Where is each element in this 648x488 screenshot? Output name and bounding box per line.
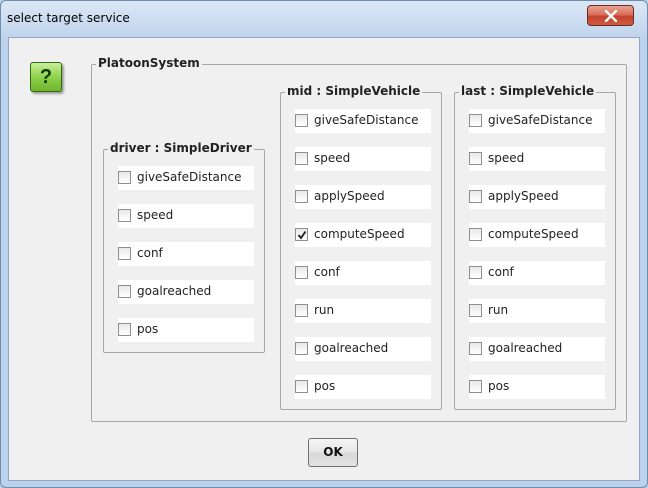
checkbox[interactable] bbox=[118, 171, 131, 184]
checkbox[interactable] bbox=[295, 266, 308, 279]
last-method-0[interactable]: giveSafeDistance bbox=[469, 109, 605, 133]
close-icon bbox=[604, 10, 618, 22]
mid-method-7[interactable]: pos bbox=[295, 375, 431, 399]
last-method-7[interactable]: pos bbox=[469, 375, 605, 399]
last-method-4[interactable]: conf bbox=[469, 261, 605, 285]
checkbox[interactable] bbox=[469, 228, 482, 241]
platoon-system-title: PlatoonSystem bbox=[96, 56, 202, 70]
method-label: pos bbox=[488, 379, 510, 393]
driver-group: driver : SimpleDriver giveSafeDistance sp… bbox=[103, 141, 265, 353]
checkbox[interactable] bbox=[118, 323, 131, 336]
checkmark-icon bbox=[297, 230, 307, 240]
checkbox[interactable] bbox=[295, 152, 308, 165]
dialog-window: select target service ? PlatoonSystem dr… bbox=[0, 0, 648, 488]
method-label: computeSpeed bbox=[314, 227, 405, 241]
method-label: run bbox=[488, 303, 509, 317]
mid-group-title: mid : SimpleVehicle bbox=[285, 84, 423, 98]
last-method-3[interactable]: computeSpeed bbox=[469, 223, 605, 247]
method-label: goalreached bbox=[137, 284, 212, 298]
checkbox[interactable] bbox=[295, 190, 308, 203]
last-group-title: last : SimpleVehicle bbox=[459, 84, 597, 98]
question-icon: ? bbox=[30, 62, 62, 92]
window-title: select target service bbox=[7, 11, 130, 25]
checkbox[interactable] bbox=[295, 342, 308, 355]
mid-method-1[interactable]: speed bbox=[295, 147, 431, 171]
mid-group: mid : SimpleVehicle giveSafeDistance spee… bbox=[280, 84, 442, 410]
checkbox[interactable] bbox=[295, 114, 308, 127]
last-method-1[interactable]: speed bbox=[469, 147, 605, 171]
dialog-content: ? PlatoonSystem driver : SimpleDriver gi… bbox=[8, 37, 640, 481]
method-label: speed bbox=[314, 151, 351, 165]
driver-group-title: driver : SimpleDriver bbox=[108, 141, 254, 155]
method-label: speed bbox=[488, 151, 525, 165]
method-label: computeSpeed bbox=[488, 227, 579, 241]
driver-method-3[interactable]: goalreached bbox=[118, 280, 254, 304]
method-label: speed bbox=[137, 208, 174, 222]
method-label: conf bbox=[137, 246, 163, 260]
mid-method-4[interactable]: conf bbox=[295, 261, 431, 285]
mid-method-2[interactable]: applySpeed bbox=[295, 185, 431, 209]
method-label: pos bbox=[137, 322, 159, 336]
checkbox[interactable] bbox=[118, 285, 131, 298]
method-label: giveSafeDistance bbox=[314, 113, 419, 127]
mid-method-6[interactable]: goalreached bbox=[295, 337, 431, 361]
checkbox[interactable] bbox=[469, 190, 482, 203]
checkbox[interactable] bbox=[295, 304, 308, 317]
driver-method-1[interactable]: speed bbox=[118, 204, 254, 228]
driver-method-0[interactable]: giveSafeDistance bbox=[118, 166, 254, 190]
last-method-6[interactable]: goalreached bbox=[469, 337, 605, 361]
checkbox[interactable] bbox=[295, 228, 308, 241]
driver-method-2[interactable]: conf bbox=[118, 242, 254, 266]
last-method-2[interactable]: applySpeed bbox=[469, 185, 605, 209]
method-label: run bbox=[314, 303, 335, 317]
last-group: last : SimpleVehicle giveSafeDistance spe… bbox=[454, 84, 616, 410]
method-label: conf bbox=[314, 265, 340, 279]
method-label: giveSafeDistance bbox=[488, 113, 593, 127]
mid-method-3[interactable]: computeSpeed bbox=[295, 223, 431, 247]
method-label: goalreached bbox=[488, 341, 563, 355]
checkbox[interactable] bbox=[118, 247, 131, 260]
checkbox[interactable] bbox=[469, 342, 482, 355]
method-label: pos bbox=[314, 379, 336, 393]
method-label: applySpeed bbox=[488, 189, 559, 203]
last-method-5[interactable]: run bbox=[469, 299, 605, 323]
method-label: conf bbox=[488, 265, 514, 279]
checkbox[interactable] bbox=[469, 152, 482, 165]
checkbox[interactable] bbox=[118, 209, 131, 222]
method-label: applySpeed bbox=[314, 189, 385, 203]
title-bar[interactable]: select target service bbox=[1, 1, 647, 37]
driver-method-4[interactable]: pos bbox=[118, 318, 254, 342]
mid-method-0[interactable]: giveSafeDistance bbox=[295, 109, 431, 133]
checkbox[interactable] bbox=[295, 380, 308, 393]
checkbox[interactable] bbox=[469, 266, 482, 279]
mid-method-5[interactable]: run bbox=[295, 299, 431, 323]
method-label: goalreached bbox=[314, 341, 389, 355]
ok-button[interactable]: OK bbox=[308, 438, 358, 467]
method-label: giveSafeDistance bbox=[137, 170, 242, 184]
checkbox[interactable] bbox=[469, 380, 482, 393]
checkbox[interactable] bbox=[469, 304, 482, 317]
close-button[interactable] bbox=[587, 5, 634, 26]
checkbox[interactable] bbox=[469, 114, 482, 127]
